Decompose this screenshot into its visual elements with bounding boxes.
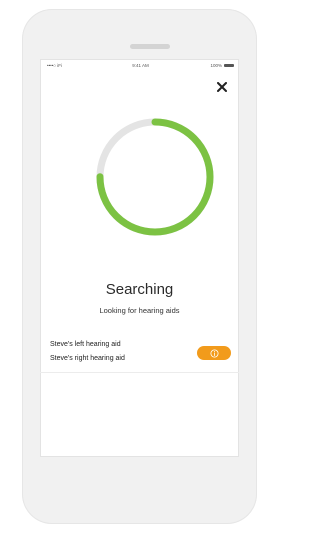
info-icon — [209, 348, 219, 358]
battery-status: 100% — [210, 63, 234, 68]
search-title: Searching — [105, 281, 174, 298]
search-progress-ring — [96, 118, 214, 236]
left-hearing-aid-label: Steve's left hearing aid — [50, 341, 121, 348]
hearing-aid-status-button[interactable] — [197, 346, 231, 360]
close-icon — [217, 82, 227, 92]
search-subtitle: Looking for hearing aids — [99, 306, 180, 315]
speaker-slot — [130, 44, 170, 49]
section-divider — [40, 372, 239, 373]
right-hearing-aid-label: Steve's right hearing aid — [50, 355, 125, 362]
close-button[interactable] — [215, 80, 229, 94]
status-bar: ••••○ iFi 9:41 AM 100% — [41, 60, 240, 72]
battery-label: 100% — [210, 63, 222, 68]
battery-icon — [224, 63, 234, 68]
